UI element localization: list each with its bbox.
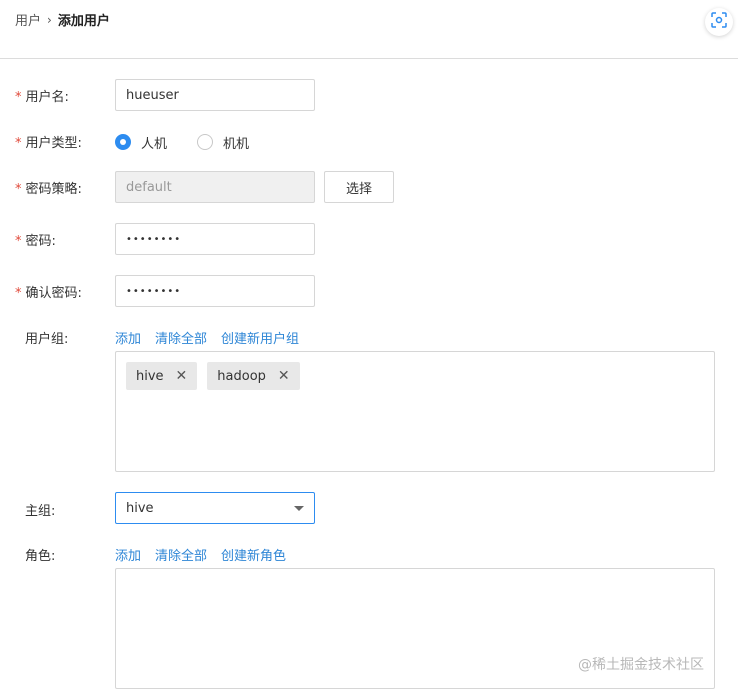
required-mark: * — [15, 136, 22, 151]
create-group-link[interactable]: 创建新用户组 — [221, 328, 299, 347]
close-icon[interactable]: ✕ — [278, 368, 290, 384]
primary-group-value: hive — [126, 500, 154, 516]
password-label: * 密码: — [15, 234, 56, 249]
required-mark: * — [15, 286, 22, 301]
user-groups-label: 用户组: — [25, 332, 69, 347]
breadcrumb-current: 添加用户 — [57, 14, 110, 29]
group-tag-label: hive — [136, 368, 164, 384]
fullscreen-button[interactable] — [705, 8, 733, 36]
group-tag: hadoop ✕ — [207, 362, 300, 390]
group-tags: hive ✕ hadoop ✕ — [116, 352, 714, 400]
confirm-password-input[interactable]: •••••••• — [115, 275, 315, 307]
radio-unchecked-icon — [197, 134, 214, 150]
password-policy-input: default — [115, 171, 315, 203]
breadcrumb-separator: › — [47, 12, 52, 27]
add-role-link[interactable]: 添加 — [115, 545, 141, 564]
roles-actions: 添加 清除全部 创建新角色 — [115, 545, 300, 564]
user-type-radio-group: 人机 机机 — [115, 133, 279, 152]
radio-machine-label: 机机 — [223, 136, 250, 152]
breadcrumb: 用户 › 添加用户 — [15, 10, 110, 30]
clear-groups-link[interactable]: 清除全部 — [155, 328, 207, 347]
required-mark: * — [15, 90, 22, 105]
group-tag-label: hadoop — [217, 368, 266, 384]
username-label: * 用户名: — [15, 90, 69, 105]
breadcrumb-parent[interactable]: 用户 — [15, 10, 41, 29]
group-tag: hive ✕ — [126, 362, 198, 390]
select-policy-button[interactable]: 选择 — [324, 171, 394, 203]
user-groups-box[interactable]: hive ✕ hadoop ✕ — [115, 351, 715, 472]
create-role-link[interactable]: 创建新角色 — [221, 545, 286, 564]
username-input[interactable]: hueuser — [115, 79, 315, 111]
add-group-link[interactable]: 添加 — [115, 328, 141, 347]
primary-group-select[interactable]: hive — [115, 492, 315, 524]
close-icon[interactable]: ✕ — [176, 368, 188, 384]
page-header: 用户 › 添加用户 — [0, 0, 738, 59]
user-groups-actions: 添加 清除全部 创建新用户组 — [115, 328, 313, 347]
confirm-password-label: * 确认密码: — [15, 286, 82, 301]
password-policy-label: * 密码策略: — [15, 182, 82, 197]
radio-machine[interactable]: 机机 — [197, 133, 249, 152]
caret-down-icon — [294, 505, 304, 511]
user-type-label: * 用户类型: — [15, 136, 82, 151]
clear-roles-link[interactable]: 清除全部 — [155, 545, 207, 564]
radio-checked-icon — [115, 134, 131, 150]
required-mark: * — [15, 234, 22, 249]
required-mark: * — [15, 182, 22, 197]
password-input[interactable]: •••••••• — [115, 223, 315, 255]
scan-icon — [711, 12, 727, 32]
radio-human[interactable]: 人机 — [115, 133, 167, 152]
roles-label: 角色: — [25, 549, 56, 564]
radio-human-label: 人机 — [141, 136, 168, 152]
primary-group-label: 主组: — [25, 504, 56, 519]
watermark: @稀土掘金技术社区 — [578, 657, 704, 673]
